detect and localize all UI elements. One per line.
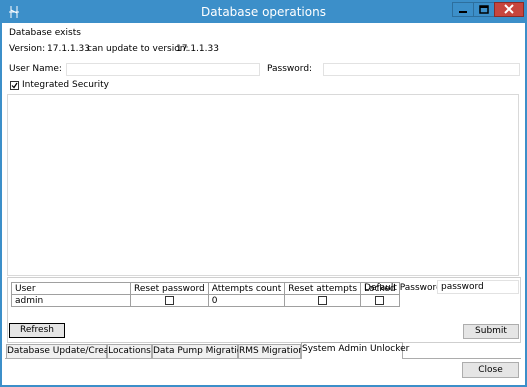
table-row[interactable]: admin 0 [11,294,400,307]
window-title: Database operations [201,5,326,19]
integrated-security-checkbox[interactable] [10,81,19,90]
users-grid[interactable]: User Reset password Attempts count Reset… [11,282,400,307]
submit-button[interactable]: Submit [463,324,519,339]
column-header-user[interactable]: User [11,282,131,295]
cell-reset-attempts[interactable] [284,294,362,307]
maximize-icon [479,5,489,14]
cell-locked[interactable] [360,294,400,307]
reset-password-checkbox[interactable] [164,295,174,305]
column-header-attempts-count[interactable]: Attempts count [207,282,286,295]
password-label: Password: [267,64,313,74]
integrated-security-label: Integrated Security [22,80,109,90]
tab-strip-line [5,358,521,359]
maximize-button[interactable] [473,2,495,17]
close-icon [504,4,514,14]
cell-user[interactable]: admin [11,294,131,307]
version-value: 17.1.1.33 [47,44,90,54]
status-message: Database exists [9,28,81,38]
default-password-field[interactable] [437,280,519,294]
unlocker-panel: User Reset password Attempts count Reset… [7,277,521,343]
tab-database-update-create[interactable]: Database Update/Create [6,344,118,358]
refresh-button[interactable]: Refresh [9,323,65,338]
minimize-icon [459,11,467,13]
username-label: User Name: [9,64,62,74]
minimize-button[interactable] [452,2,474,17]
version-label: Version: [9,44,46,54]
username-field[interactable] [66,63,260,76]
update-version-label: can update to version: [87,44,189,54]
cell-reset-password[interactable] [130,294,209,307]
password-field[interactable] [323,63,520,76]
default-password-label: Default Password: [364,283,445,293]
tab-locations[interactable]: Locations [107,344,152,358]
reset-attempts-checkbox[interactable] [318,295,328,305]
column-header-reset-password[interactable]: Reset password [130,282,209,295]
column-header-reset-attempts[interactable]: Reset attempts [284,282,362,295]
tab-rms-migration[interactable]: RMS Migration [238,344,304,358]
title-bar[interactable]: Database operations [1,1,526,23]
locked-checkbox[interactable] [375,295,385,305]
cell-attempts-count[interactable]: 0 [207,294,286,307]
tab-data-pump-migration[interactable]: Data Pump Migration [152,344,248,358]
close-window-button[interactable] [494,2,524,17]
close-button[interactable]: Close [462,362,519,378]
window: Database operations Database exists Vers… [0,0,527,387]
checkmark-icon [11,82,18,89]
tab-system-admin-unlocker[interactable]: System Admin Unlocker [301,342,409,359]
grid-header-row: User Reset password Attempts count Reset… [11,282,400,295]
client-area: Database exists Version: 17.1.1.33 can u… [2,23,525,385]
update-version-value: 17.1.1.33 [176,44,219,54]
output-area[interactable] [7,94,519,276]
